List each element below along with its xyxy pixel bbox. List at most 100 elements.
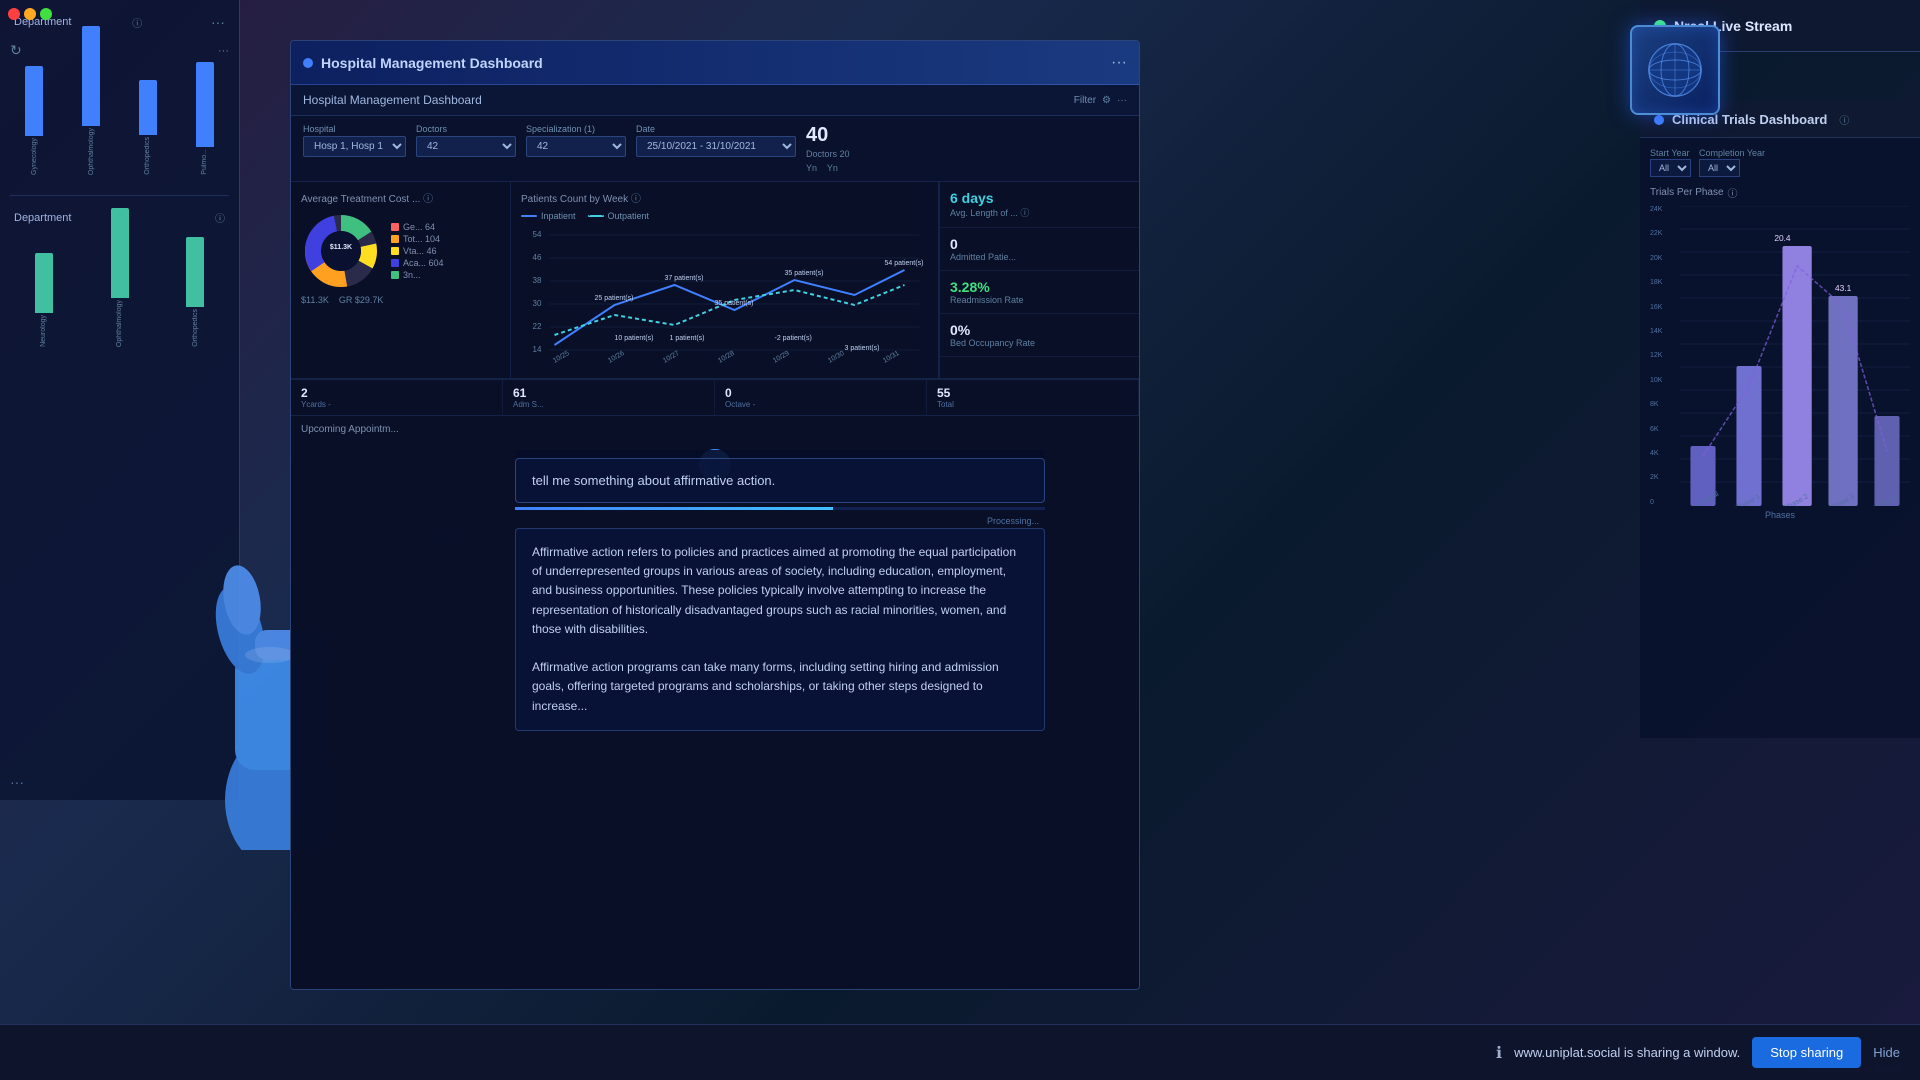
readmission-val: 3.28% (950, 279, 1129, 295)
avg-length-lbl: Avg. Length of ... ⓘ (950, 206, 1129, 219)
minimize-dot[interactable] (24, 8, 36, 20)
maximize-dot[interactable] (40, 8, 52, 20)
start-year-label: Start Year (1650, 148, 1691, 158)
total-doctors-box: 40 Doctors 20 Yn Yn (806, 124, 850, 173)
specialization-filter: Specialization (1) 42 (526, 124, 626, 173)
legend-4: Aca... 604 (391, 258, 444, 268)
right-panel: Nreal Live Stream Clinical Trials Dashbo… (1640, 0, 1920, 1080)
y-axis: 24K 22K 20K 18K 16K 14K 12K 10K 8K 6K 4K… (1650, 206, 1680, 506)
y-20k: 20K (1650, 255, 1676, 262)
inpatient-line (521, 215, 537, 217)
bar-fill-1 (25, 66, 43, 136)
info-icon-bottom: ⓘ (215, 210, 225, 225)
svg-text:30: 30 (533, 299, 542, 308)
legend-text-3: Vta... 46 (403, 246, 437, 256)
trials-info-icon: ⓘ (1728, 185, 1738, 200)
date-select[interactable]: 25/10/2021 - 31/10/2021 (636, 136, 796, 157)
stop-sharing-button[interactable]: Stop sharing (1752, 1037, 1861, 1068)
y-6k: 6K (1650, 426, 1676, 433)
bottom-dots[interactable]: ··· (10, 774, 24, 790)
bottom-stat-2: 61 Adm S... (503, 380, 715, 415)
y-18k: 18K (1650, 279, 1676, 286)
legend-2: Tot... 104 (391, 234, 444, 244)
bar-label-2: Ophthalmology (88, 128, 95, 175)
svg-text:10 patient(s): 10 patient(s) (615, 335, 654, 342)
y-0: 0 (1650, 499, 1676, 506)
upcoming-title: Upcoming Appointm... (301, 424, 1129, 435)
bar-item-2: Ophthalmology (67, 26, 116, 175)
readmission-stat: 3.28% Readmission Rate (940, 271, 1139, 314)
globe-cube (1630, 25, 1720, 115)
teal-label-2: Ophthalmology (116, 300, 123, 347)
spec-filter-label: Specialization (1) (526, 124, 626, 134)
line-chart-box: Patients Count by Week ⓘ Inpatient Outpa… (511, 182, 939, 378)
department-label-bottom: Department (14, 212, 71, 224)
more-icon-top[interactable]: ··· (211, 14, 225, 30)
inpatient-label: Inpatient (541, 211, 576, 221)
settings-icon-small[interactable]: ⚙ (1102, 95, 1111, 106)
spec-select[interactable]: 42 (526, 136, 626, 157)
panel-menu-icon[interactable]: ··· (1111, 54, 1127, 72)
globe-svg (1645, 40, 1705, 100)
svg-text:35 patient(s): 35 patient(s) (785, 270, 824, 277)
bottom-stat-4: 55 Total (927, 380, 1139, 415)
svg-text:10/28: 10/28 (717, 350, 736, 365)
subheader-actions: Filter ⚙ ··· (1074, 95, 1127, 106)
svg-text:54: 54 (533, 230, 542, 239)
teal-fill-2 (111, 208, 129, 298)
donut-legend: Ge... 64 Tot... 104 Vta... 46 Aca.. (391, 222, 444, 280)
chat-top-bar (515, 450, 1045, 458)
progress-label: Processing... (515, 514, 1045, 528)
svg-text:-2 patient(s): -2 patient(s) (775, 335, 812, 342)
completion-year-label: Completion Year (1699, 148, 1765, 158)
trials-title-text: Trials Per Phase (1650, 187, 1724, 198)
legend-1: Ge... 64 (391, 222, 444, 232)
charts-row: Average Treatment Cost ... ⓘ (291, 182, 1139, 379)
divider-1 (10, 195, 229, 196)
subheader-dots[interactable]: ··· (1117, 95, 1127, 106)
donut-chart-box: Average Treatment Cost ... ⓘ (291, 182, 511, 378)
avg-info-icon: ⓘ (423, 194, 433, 205)
inpatient-legend: Inpatient (521, 211, 576, 221)
legend-dot-1 (391, 223, 399, 231)
y-12k: 12K (1650, 352, 1676, 359)
more-dots-small[interactable]: ··· (218, 45, 229, 57)
start-year-select[interactable]: All (1650, 159, 1691, 177)
hospital-select[interactable]: Hosp 1, Hosp 1 (303, 136, 406, 157)
clinical-body: Start Year All Completion Year All Trial… (1640, 138, 1920, 738)
line-chart-legend: Inpatient Outpatient (521, 211, 928, 221)
legend-text-2: Tot... 104 (403, 234, 440, 244)
top-bar-chart: Gynecology Ophthalmology Orthopedics Pul… (10, 65, 229, 185)
window-controls (8, 8, 52, 20)
close-dot[interactable] (8, 8, 20, 20)
reload-icon[interactable]: ↻ (10, 42, 22, 59)
panel-title: Hospital Management Dashboard (321, 55, 543, 71)
trials-chart-container: 24K 22K 20K 18K 16K 14K 12K 10K 8K 6K 4K… (1650, 206, 1910, 506)
svg-text:10/31: 10/31 (882, 350, 901, 365)
avg-treatment-title: Average Treatment Cost ... ⓘ (301, 190, 500, 205)
outpatient-label: Outpatient (608, 211, 650, 221)
chat-input-box: tell me something about affirmative acti… (515, 458, 1045, 503)
admitted-lbl: Admitted Patie... (950, 252, 1129, 262)
bars-area: 20.4 43.1 Pre-Clinical Phase 1 Phase 2 P… (1680, 206, 1910, 506)
teal-bar-1: Neurology (10, 253, 78, 347)
doctors-select[interactable]: 42 (416, 136, 516, 157)
bar-label-3: Orthopedics (144, 137, 151, 175)
notification-text: www.uniplat.social is sharing a window. (1514, 1045, 1740, 1060)
svg-text:54 patient(s): 54 patient(s) (885, 260, 924, 267)
teal-bar-3: Orthopedics (161, 237, 229, 347)
readmission-lbl: Readmission Rate (950, 295, 1129, 305)
completion-year-select[interactable]: All (1699, 159, 1740, 177)
teal-label-1: Neurology (40, 315, 47, 347)
teal-fill-3 (186, 237, 204, 307)
total-docs-val: 40 (806, 124, 850, 147)
info-icon-top: ⓘ (132, 15, 142, 30)
y-24k: 24K (1650, 206, 1676, 213)
svg-text:46: 46 (533, 253, 542, 262)
hospital-filter: Hospital Hosp 1, Hosp 1 (303, 124, 406, 173)
bed-val: 0% (950, 322, 1129, 338)
hide-button[interactable]: Hide (1873, 1045, 1900, 1060)
line-chart-svg: 54 46 38 30 22 14 (521, 225, 928, 365)
svg-text:10/26: 10/26 (607, 350, 626, 365)
y-10k: 10K (1650, 377, 1676, 384)
